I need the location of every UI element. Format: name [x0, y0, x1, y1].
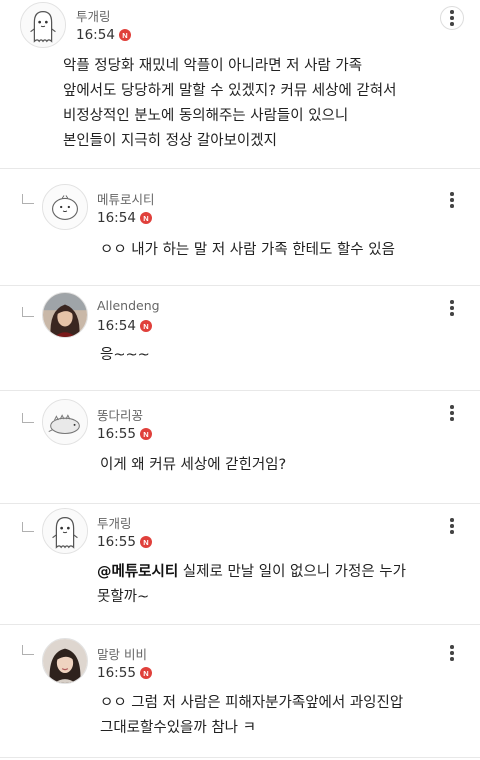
divider — [0, 757, 480, 758]
more-options-button[interactable] — [440, 641, 464, 665]
reply-item: Allendeng 16:54 N 응~~~ — [0, 286, 480, 390]
nickname[interactable]: 투개링 — [97, 513, 132, 532]
avatar[interactable] — [42, 399, 88, 445]
profile-photo-woman — [43, 293, 87, 337]
comment-text: 응~~~ — [100, 347, 150, 363]
lying-creature-icon — [43, 400, 87, 444]
comment-meta: 16:54 N — [76, 27, 131, 43]
comment-meta: 16:55 N — [97, 534, 152, 550]
new-badge: N — [139, 428, 152, 440]
reply-arrow-icon — [22, 522, 34, 532]
more-options-button[interactable] — [440, 296, 464, 320]
avatar[interactable] — [42, 508, 88, 554]
comment-meta: 16:55 N — [97, 665, 152, 681]
ghost-character-icon — [43, 509, 87, 553]
avatar[interactable] — [42, 184, 88, 230]
comment-meta: 16:54 N — [97, 318, 152, 334]
timestamp: 16:54 — [76, 27, 115, 43]
new-badge: N — [139, 536, 152, 548]
reply-arrow-icon — [22, 645, 34, 655]
timestamp: 16:55 — [97, 534, 136, 550]
comment-meta: 16:54 N — [97, 210, 152, 226]
comment-text: 악플 정당화 재밌네 악플이 아니라면 저 사람 가족 앞에서도 당당하게 말할… — [63, 58, 397, 149]
new-badge: N — [139, 212, 152, 224]
nickname[interactable]: 메튜로시티 — [97, 189, 155, 208]
timestamp: 16:54 — [97, 210, 136, 226]
comment-text: ㅇㅇ 그럼 저 사람은 피해자분가족앞에서 과잉진압 그대로할수있을까 참나 ㅋ — [100, 695, 404, 736]
more-options-button[interactable] — [440, 6, 464, 30]
more-options-button[interactable] — [440, 514, 464, 538]
nickname[interactable]: 말랑 비비 — [97, 644, 147, 663]
more-options-button[interactable] — [440, 401, 464, 425]
reply-arrow-icon — [22, 194, 34, 204]
new-badge: N — [118, 29, 131, 41]
profile-photo-woman — [43, 639, 87, 683]
reply-item: 말랑 비비 16:55 N ㅇㅇ 그럼 저 사람은 피해자분가족앞에서 과잉진압… — [0, 625, 480, 757]
nickname[interactable]: Allendeng — [97, 298, 160, 313]
avatar[interactable] — [42, 292, 88, 338]
comment-text: ㅇㅇ 내가 하는 말 저 사람 가족 한테도 할수 있음 — [100, 242, 395, 258]
avatar[interactable] — [42, 638, 88, 684]
timestamp: 16:54 — [97, 318, 136, 334]
comment-text: @메튜로시티 실제로 만날 일이 없으니 가정은 누가 못할까~ — [97, 560, 472, 610]
nickname[interactable]: 투개링 — [76, 6, 111, 25]
more-options-button[interactable] — [440, 188, 464, 212]
new-badge: N — [139, 320, 152, 332]
comment-meta: 16:55 N — [97, 426, 152, 442]
reply-item: 메튜로시티 16:54 N ㅇㅇ 내가 하는 말 저 사람 가족 한테도 할수 … — [0, 169, 480, 285]
reply-item: 투개링 16:55 N @메튜로시티 실제로 만날 일이 없으니 가정은 누가 … — [0, 504, 480, 624]
reply-arrow-icon — [22, 413, 34, 423]
comment-text: 이게 왜 커뮤 세상에 갇힌거임? — [100, 457, 287, 473]
round-blob-character-icon — [43, 185, 87, 229]
timestamp: 16:55 — [97, 426, 136, 442]
mention-link[interactable]: @메튜로시티 — [97, 564, 178, 580]
reply-item: 똥다리꽁 16:55 N 이게 왜 커뮤 세상에 갇힌거임? — [0, 391, 480, 503]
avatar[interactable] — [20, 2, 66, 48]
timestamp: 16:55 — [97, 665, 136, 681]
new-badge: N — [139, 667, 152, 679]
nickname[interactable]: 똥다리꽁 — [97, 405, 143, 424]
reply-arrow-icon — [22, 307, 34, 317]
ghost-character-icon — [21, 3, 65, 47]
comment-item: 투개링 16:54 N 악플 정당화 재밌네 악플이 아니라면 저 사람 가족 … — [0, 0, 480, 168]
